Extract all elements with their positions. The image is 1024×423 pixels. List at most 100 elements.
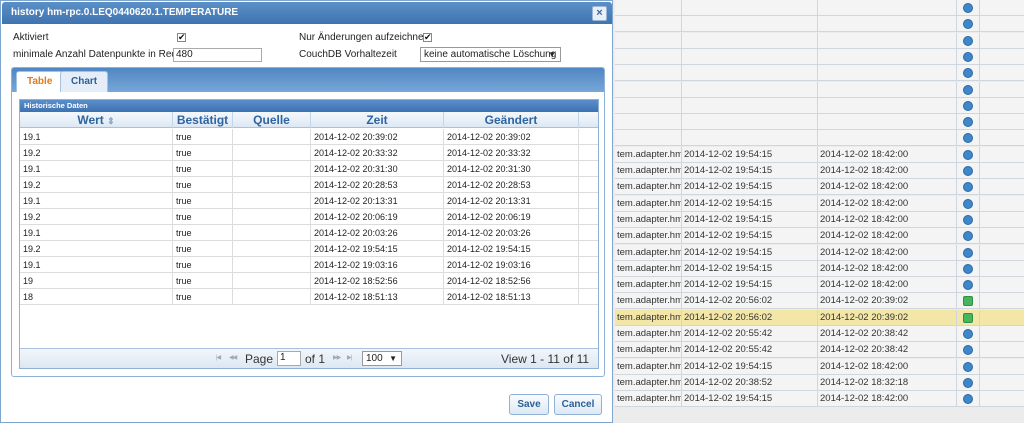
history-icon[interactable]: [963, 3, 973, 13]
page-input[interactable]: 1: [277, 351, 301, 366]
background-row[interactable]: tem.adapter.hm- 2014-12-02 19:54:15 2014-1…: [615, 391, 1024, 408]
column-header-zeit[interactable]: Zeit: [311, 112, 444, 128]
background-row[interactable]: tem.adapter.hm- 2014-12-02 19:54:15 2014-1…: [615, 211, 1024, 228]
table-row[interactable]: 19.2 true 2014-12-02 19:54:15 2014-12-02 19…: [20, 241, 598, 257]
cancel-button[interactable]: Cancel: [554, 394, 602, 415]
close-icon[interactable]: ×: [592, 6, 607, 21]
background-cell: 2014-12-02 20:39:02: [818, 293, 957, 310]
column-header-wert[interactable]: Wert ⇕: [20, 112, 173, 128]
history-icon[interactable]: [963, 329, 973, 339]
tab-table[interactable]: Table: [16, 71, 64, 92]
table-row[interactable]: 19.1 true 2014-12-02 20:13:31 2014-12-02 20…: [20, 193, 598, 209]
table-row[interactable]: 19.1 true 2014-12-02 19:03:16 2014-12-02 19…: [20, 257, 598, 273]
background-row[interactable]: tem.adapter.hm- 2014-12-02 19:54:15 2014-1…: [615, 260, 1024, 277]
cell-quelle: [233, 257, 311, 273]
history-icon[interactable]: [963, 149, 973, 160]
history-icon[interactable]: [963, 182, 973, 193]
history-icon[interactable]: [963, 214, 973, 225]
background-row[interactable]: [615, 65, 1024, 82]
history-icon[interactable]: [963, 198, 973, 209]
background-row[interactable]: tem.adapter.hm- 2014-12-02 19:54:15 2014-1…: [615, 244, 1024, 261]
table-row[interactable]: 19.1 true 2014-12-02 20:39:02 2014-12-02 20…: [20, 129, 598, 145]
couchdb-select[interactable]: keine automatische Löschung ▼: [420, 47, 561, 62]
history-active-icon[interactable]: [963, 312, 973, 323]
dialog-titlebar[interactable]: history hm-rpc.0.LEQ0440620.1.TEMPERATUR…: [2, 2, 612, 24]
background-cell: 2014-12-02 18:32:18: [818, 374, 957, 391]
table-row[interactable]: 19 true 2014-12-02 18:52:56 2014-12-02 18:5…: [20, 273, 598, 289]
history-icon[interactable]: [963, 68, 973, 79]
background-row[interactable]: tem.adapter.hm- 2014-12-02 19:54:15 2014-1…: [615, 277, 1024, 294]
history-icon[interactable]: [963, 133, 973, 144]
background-row[interactable]: [615, 81, 1024, 98]
min-datenpunkte-input[interactable]: 480: [173, 48, 262, 62]
background-row[interactable]: tem.adapter.hm- 2014-12-02 20:55:42 2014-1…: [615, 326, 1024, 342]
history-icon[interactable]: [963, 394, 973, 405]
background-row[interactable]: [615, 32, 1024, 49]
table-row[interactable]: 19.2 true 2014-12-02 20:33:32 2014-12-02 20…: [20, 145, 598, 161]
history-icon[interactable]: [963, 280, 973, 291]
next-page-icon[interactable]: ▶▶: [333, 354, 341, 361]
background-row[interactable]: tem.adapter.hm- 2014-12-02 20:55:42 2014-1…: [615, 342, 1024, 359]
background-row[interactable]: [615, 130, 1024, 147]
history-icon[interactable]: [963, 247, 973, 258]
history-icon[interactable]: [963, 51, 973, 62]
background-row[interactable]: [615, 114, 1024, 131]
history-icon[interactable]: [963, 166, 973, 176]
background-row[interactable]: tem.adapter.hm- 2014-12-02 20:56:02 2014-1…: [615, 309, 1024, 326]
background-row[interactable]: tem.adapter.hm- 2014-12-02 19:54:15 2014-1…: [615, 146, 1024, 163]
history-icon[interactable]: [963, 361, 973, 372]
background-cell: tem.adapter.hm-: [615, 163, 682, 179]
history-icon[interactable]: [963, 117, 973, 128]
history-icon[interactable]: [963, 35, 973, 46]
rows-per-page-select[interactable]: 100 ▼: [362, 351, 402, 366]
background-row[interactable]: tem.adapter.hm- 2014-12-02 19:54:15 2014-1…: [615, 228, 1024, 245]
background-row[interactable]: [615, 97, 1024, 114]
background-cell: 2014-12-02 18:42:00: [818, 260, 957, 277]
history-icon[interactable]: [963, 19, 973, 30]
cell-zeit: 2014-12-02 20:03:26: [311, 225, 444, 241]
history-active-icon[interactable]: [963, 296, 973, 307]
first-page-icon[interactable]: |◀: [216, 354, 221, 361]
background-row[interactable]: tem.adapter.hm- 2014-12-02 19:54:15 2014-1…: [615, 163, 1024, 179]
history-icon[interactable]: [963, 263, 973, 274]
sort-icon: ⇕: [107, 116, 115, 126]
history-dialog: history hm-rpc.0.LEQ0440620.1.TEMPERATUR…: [0, 0, 613, 423]
cell-wert: 19.2: [20, 209, 173, 225]
background-row[interactable]: tem.adapter.hm- 2014-12-02 20:56:02 2014-1…: [615, 293, 1024, 310]
background-row[interactable]: tem.adapter.hm- 2014-12-02 19:54:15 2014-1…: [615, 195, 1024, 212]
table-row[interactable]: 19.2 true 2014-12-02 20:06:19 2014-12-02 20…: [20, 209, 598, 225]
history-icon[interactable]: [963, 231, 973, 242]
background-row[interactable]: tem.adapter.hm- 2014-12-02 19:54:15 2014-1…: [615, 179, 1024, 196]
background-icon-cell: [957, 195, 980, 212]
background-row[interactable]: [615, 48, 1024, 65]
column-header-bestaetigt[interactable]: Bestätigt: [173, 112, 233, 128]
cell-wert: 18: [20, 289, 173, 305]
tab-chart[interactable]: Chart: [60, 71, 109, 92]
history-icon[interactable]: [963, 377, 973, 388]
column-header-quelle[interactable]: Quelle: [233, 112, 311, 128]
table-row[interactable]: 19.2 true 2014-12-02 20:28:53 2014-12-02 20…: [20, 177, 598, 193]
background-cell: 2014-12-02 19:54:15: [682, 260, 818, 277]
background-row[interactable]: [615, 0, 1024, 16]
table-row[interactable]: 18 true 2014-12-02 18:51:13 2014-12-02 18:5…: [20, 289, 598, 305]
cell-wert: 19.2: [20, 241, 173, 257]
column-header-geaendert[interactable]: Geändert: [444, 112, 579, 128]
background-row[interactable]: tem.adapter.hm- 2014-12-02 19:54:15 2014-1…: [615, 358, 1024, 375]
table-row[interactable]: 19.1 true 2014-12-02 20:31:30 2014-12-02 20…: [20, 161, 598, 177]
background-cell: 2014-12-02 20:55:42: [682, 342, 818, 359]
history-icon[interactable]: [963, 100, 973, 111]
last-page-icon[interactable]: ▶|: [347, 354, 352, 361]
background-row[interactable]: tem.adapter.hm- 2014-12-02 20:38:52 2014-1…: [615, 374, 1024, 391]
history-icon[interactable]: [963, 84, 973, 95]
history-icon[interactable]: [963, 345, 973, 356]
aktiviert-checkbox[interactable]: ✔: [177, 33, 186, 42]
background-cell: [615, 48, 682, 65]
table-row[interactable]: 19.1 true 2014-12-02 20:03:26 2014-12-02 20…: [20, 225, 598, 241]
page-count: of 1: [305, 352, 326, 366]
save-button[interactable]: Save: [509, 394, 549, 415]
couchdb-label: CouchDB Vorhaltezeit: [299, 49, 397, 60]
background-row[interactable]: [615, 16, 1024, 33]
nur-aenderungen-checkbox[interactable]: ✔: [423, 33, 432, 42]
prev-page-icon[interactable]: ◀◀: [229, 354, 237, 361]
background-cell: 2014-12-02 19:54:15: [682, 195, 818, 212]
